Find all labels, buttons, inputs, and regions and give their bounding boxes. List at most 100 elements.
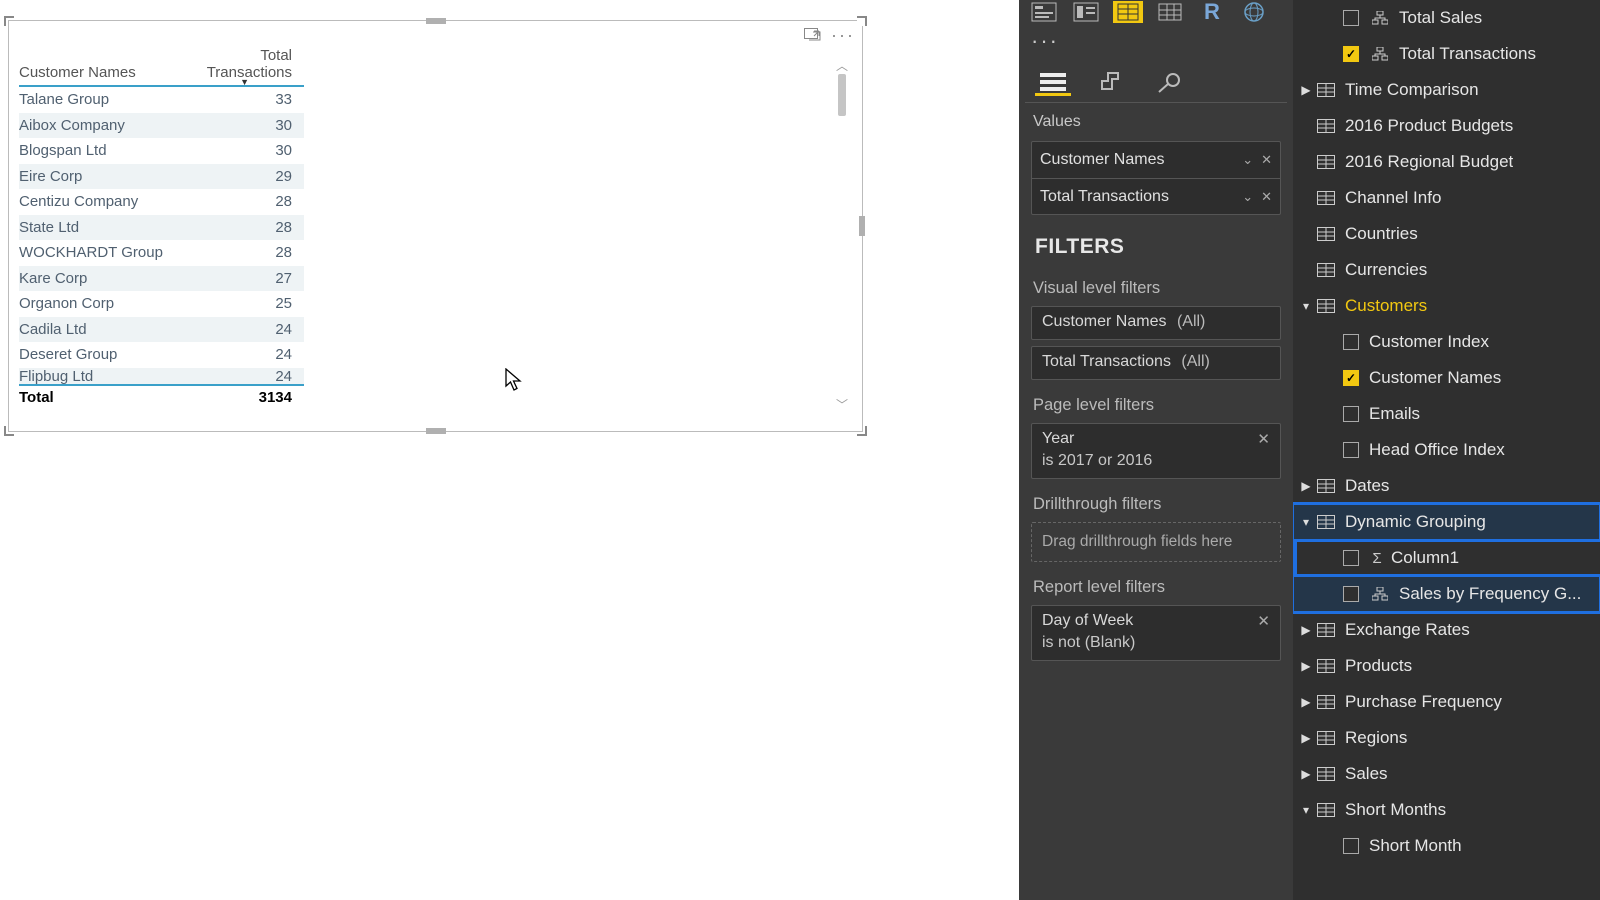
table-row[interactable]: Blogspan Ltd30 bbox=[19, 138, 304, 164]
expand-icon[interactable]: ▶ bbox=[1297, 83, 1315, 97]
chevron-down-icon[interactable]: ⌄ bbox=[1242, 189, 1253, 205]
collapse-icon[interactable]: ▾ bbox=[1297, 803, 1315, 817]
viz-type-globe-icon[interactable] bbox=[1239, 1, 1269, 23]
column-header-customer-names[interactable]: Customer Names bbox=[19, 64, 174, 81]
field-checkbox[interactable]: ✓ bbox=[1343, 370, 1359, 386]
field-table[interactable]: ▶Dates bbox=[1293, 468, 1600, 504]
table-row[interactable]: Flipbug Ltd24 bbox=[19, 368, 304, 384]
report-filter-day-of-week[interactable]: ✕ Day of Week is not (Blank) bbox=[1031, 605, 1281, 661]
field-checkbox[interactable] bbox=[1343, 550, 1359, 566]
table-row[interactable]: Eire Corp29 bbox=[19, 164, 304, 190]
expand-icon[interactable]: ▶ bbox=[1297, 623, 1315, 637]
field-checkbox[interactable] bbox=[1343, 406, 1359, 422]
scroll-down-icon[interactable]: ﹀ bbox=[836, 396, 848, 413]
resize-handle-top[interactable] bbox=[426, 18, 446, 24]
table-row[interactable]: Cadila Ltd24 bbox=[19, 317, 304, 343]
field-measure[interactable]: ▶Total Sales bbox=[1293, 0, 1600, 36]
table-row[interactable]: Organon Corp25 bbox=[19, 291, 304, 317]
scroll-thumb[interactable] bbox=[838, 74, 846, 116]
resize-corner-tl[interactable] bbox=[4, 16, 14, 26]
field-measure[interactable]: ▶✓Total Transactions bbox=[1293, 36, 1600, 72]
page-filter-year[interactable]: ✕ Year is 2017 or 2016 bbox=[1031, 423, 1281, 479]
field-label: Total Transactions bbox=[1399, 44, 1536, 64]
cell-customer-name: WOCKHARDT Group bbox=[19, 244, 174, 261]
field-column[interactable]: ▶Short Month bbox=[1293, 828, 1600, 864]
table-row[interactable]: Aibox Company30 bbox=[19, 113, 304, 139]
field-table[interactable]: ▾Short Months bbox=[1293, 792, 1600, 828]
filter-name: Total Transactions bbox=[1042, 353, 1171, 370]
collapse-icon[interactable]: ▾ bbox=[1297, 299, 1315, 313]
field-table-customers[interactable]: ▾Customers bbox=[1293, 288, 1600, 324]
resize-handle-bottom[interactable] bbox=[426, 428, 446, 434]
field-table[interactable]: ▶Exchange Rates bbox=[1293, 612, 1600, 648]
chevron-down-icon[interactable]: ⌄ bbox=[1242, 152, 1253, 168]
focus-mode-icon[interactable] bbox=[804, 28, 822, 42]
values-well[interactable]: Customer Names ⌄✕ Total Transactions ⌄✕ bbox=[1031, 141, 1281, 215]
visual-filter-customer-names[interactable]: Customer Names (All) bbox=[1031, 306, 1281, 340]
expand-icon[interactable]: ▶ bbox=[1297, 659, 1315, 673]
column-header-total-transactions[interactable]: Total Transactions ▼ bbox=[174, 47, 304, 81]
field-checkbox[interactable] bbox=[1343, 442, 1359, 458]
more-options-icon[interactable]: ··· bbox=[834, 28, 852, 42]
collapse-icon[interactable]: ▾ bbox=[1297, 515, 1315, 529]
table-row[interactable]: Kare Corp27 bbox=[19, 266, 304, 292]
table-scrollbar[interactable]: ︿ ﹀ bbox=[834, 57, 850, 413]
report-canvas[interactable]: ··· Customer Names Total Transactions ▼ … bbox=[0, 0, 1019, 900]
field-table[interactable]: ▶Currencies bbox=[1293, 252, 1600, 288]
viz-type-r-icon[interactable]: R bbox=[1197, 1, 1227, 23]
field-table[interactable]: ▶Time Comparison bbox=[1293, 72, 1600, 108]
field-table[interactable]: ▶2016 Product Budgets bbox=[1293, 108, 1600, 144]
field-table[interactable]: ▶Countries bbox=[1293, 216, 1600, 252]
expand-icon[interactable]: ▶ bbox=[1297, 731, 1315, 745]
field-checkbox[interactable] bbox=[1343, 10, 1359, 26]
field-column[interactable]: ▶Sales by Frequency G... bbox=[1293, 576, 1600, 612]
field-table[interactable]: ▶Sales bbox=[1293, 756, 1600, 792]
viz-type-matrix-icon[interactable] bbox=[1155, 1, 1185, 23]
viz-type-kpi-icon[interactable] bbox=[1071, 1, 1101, 23]
field-column[interactable]: ▶Customer Index bbox=[1293, 324, 1600, 360]
table-row[interactable]: WOCKHARDT Group28 bbox=[19, 240, 304, 266]
visual-filter-total-transactions[interactable]: Total Transactions (All) bbox=[1031, 346, 1281, 380]
field-table[interactable]: ▶2016 Regional Budget bbox=[1293, 144, 1600, 180]
field-table[interactable]: ▶Regions bbox=[1293, 720, 1600, 756]
fields-tab[interactable] bbox=[1035, 68, 1071, 96]
table-visual[interactable]: ··· Customer Names Total Transactions ▼ … bbox=[8, 20, 863, 432]
resize-handle-right[interactable] bbox=[859, 216, 865, 236]
remove-field-icon[interactable]: ✕ bbox=[1261, 189, 1272, 205]
field-table-dynamic-grouping[interactable]: ▾Dynamic Grouping bbox=[1293, 504, 1600, 540]
viz-type-card-icon[interactable] bbox=[1029, 1, 1059, 23]
viz-more-icon[interactable]: ··· bbox=[1025, 26, 1287, 60]
field-label: Products bbox=[1345, 656, 1412, 676]
analytics-tab[interactable] bbox=[1151, 68, 1187, 96]
resize-corner-bl[interactable] bbox=[4, 426, 14, 436]
expand-icon[interactable]: ▶ bbox=[1297, 695, 1315, 709]
scroll-up-icon[interactable]: ︿ bbox=[836, 57, 848, 74]
table-row[interactable]: Talane Group33 bbox=[19, 87, 304, 113]
field-checkbox[interactable]: ✓ bbox=[1343, 46, 1359, 62]
field-column[interactable]: ▶Emails bbox=[1293, 396, 1600, 432]
remove-field-icon[interactable]: ✕ bbox=[1261, 152, 1272, 168]
value-field-customer-names[interactable]: Customer Names ⌄✕ bbox=[1032, 142, 1280, 178]
field-column[interactable]: ▶Head Office Index bbox=[1293, 432, 1600, 468]
remove-filter-icon[interactable]: ✕ bbox=[1257, 612, 1270, 630]
remove-filter-icon[interactable]: ✕ bbox=[1257, 430, 1270, 448]
table-row[interactable]: State Ltd28 bbox=[19, 215, 304, 241]
format-tab[interactable] bbox=[1093, 68, 1129, 96]
table-row[interactable]: Deseret Group24 bbox=[19, 342, 304, 368]
field-column[interactable]: ▶ΣColumn1 bbox=[1293, 540, 1600, 576]
expand-icon[interactable]: ▶ bbox=[1297, 479, 1315, 493]
field-checkbox[interactable] bbox=[1343, 838, 1359, 854]
field-checkbox[interactable] bbox=[1343, 586, 1359, 602]
resize-corner-tr[interactable] bbox=[857, 16, 867, 26]
field-checkbox[interactable] bbox=[1343, 334, 1359, 350]
value-field-total-transactions[interactable]: Total Transactions ⌄✕ bbox=[1032, 178, 1280, 214]
expand-icon[interactable]: ▶ bbox=[1297, 767, 1315, 781]
field-table[interactable]: ▶ Products bbox=[1293, 648, 1600, 684]
field-column[interactable]: ▶✓Customer Names bbox=[1293, 360, 1600, 396]
field-table[interactable]: ▶Channel Info bbox=[1293, 180, 1600, 216]
table-row[interactable]: Centizu Company28 bbox=[19, 189, 304, 215]
viz-type-table-icon[interactable] bbox=[1113, 1, 1143, 23]
resize-corner-br[interactable] bbox=[857, 426, 867, 436]
drillthrough-dropzone[interactable]: Drag drillthrough fields here bbox=[1031, 522, 1281, 562]
field-table[interactable]: ▶Purchase Frequency bbox=[1293, 684, 1600, 720]
